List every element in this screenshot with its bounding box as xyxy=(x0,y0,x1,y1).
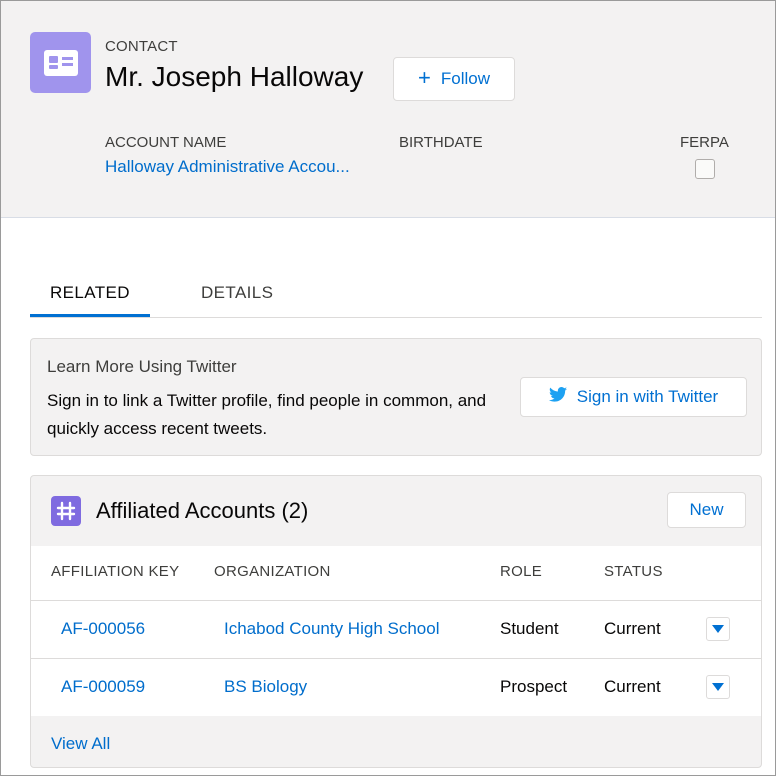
sign-in-twitter-button[interactable]: Sign in with Twitter xyxy=(520,377,747,417)
affiliation-key-link[interactable]: AF-000059 xyxy=(61,677,145,697)
twitter-card-title: Learn More Using Twitter xyxy=(47,357,237,376)
caret-down-icon xyxy=(712,625,724,633)
twitter-card: Learn More Using Twitter Sign in to link… xyxy=(30,338,762,456)
follow-button[interactable]: + Follow xyxy=(393,57,515,101)
table-row: AF-000056 Ichabod County High School Stu… xyxy=(31,600,761,658)
table-row: AF-000059 BS Biology Prospect Current xyxy=(31,658,761,716)
account-name-label: ACCOUNT NAME xyxy=(105,134,227,151)
ferpa-label: FERPA xyxy=(680,134,729,151)
column-header-organization: ORGANIZATION xyxy=(214,563,331,580)
row-actions-button[interactable] xyxy=(706,617,730,641)
tab-details[interactable]: DETAILS xyxy=(201,283,273,303)
record-title: Mr. Joseph Halloway xyxy=(105,61,364,92)
sign-in-twitter-label: Sign in with Twitter xyxy=(576,387,719,406)
role-cell: Student xyxy=(500,619,559,638)
birthdate-label: BIRTHDATE xyxy=(399,134,483,151)
status-cell: Current xyxy=(604,619,661,638)
ferpa-checkbox[interactable] xyxy=(695,159,715,179)
record-page: CONTACT Mr. Joseph Halloway + Follow ACC… xyxy=(0,0,776,776)
column-header-affiliation-key: AFFILIATION KEY xyxy=(51,563,180,580)
role-cell: Prospect xyxy=(500,677,568,696)
organization-link[interactable]: Ichabod County High School xyxy=(224,619,439,639)
hashtag-icon xyxy=(51,496,81,526)
caret-down-icon xyxy=(712,683,724,691)
column-header-role: ROLE xyxy=(500,563,543,580)
account-name-link[interactable]: Halloway Administrative Accou... xyxy=(105,157,350,177)
affiliations-table: AFFILIATION KEY ORGANIZATION ROLE STATUS… xyxy=(31,546,761,716)
row-actions-button[interactable] xyxy=(706,675,730,699)
column-header-status: STATUS xyxy=(604,563,663,580)
view-all-link[interactable]: View All xyxy=(51,734,110,754)
plus-icon: + xyxy=(418,65,431,90)
affiliated-accounts-title[interactable]: Affiliated Accounts (2) xyxy=(96,498,308,524)
record-type-label: CONTACT xyxy=(105,38,178,55)
follow-button-label: Follow xyxy=(440,69,490,88)
affiliated-accounts-card: Affiliated Accounts (2) New AFFILIATION … xyxy=(30,475,762,768)
tab-related[interactable]: RELATED xyxy=(50,283,130,303)
affiliation-key-link[interactable]: AF-000056 xyxy=(61,619,145,639)
organization-link[interactable]: BS Biology xyxy=(224,677,307,697)
record-header: CONTACT Mr. Joseph Halloway + Follow ACC… xyxy=(1,1,775,218)
record-tabs: RELATED DETAILS xyxy=(30,271,762,318)
new-affiliation-button[interactable]: New xyxy=(667,492,746,528)
twitter-bird-icon xyxy=(548,387,567,407)
twitter-card-description: Sign in to link a Twitter profile, find … xyxy=(47,391,487,438)
status-cell: Current xyxy=(604,677,661,696)
contact-card-icon xyxy=(30,32,91,93)
active-tab-indicator xyxy=(30,314,150,317)
